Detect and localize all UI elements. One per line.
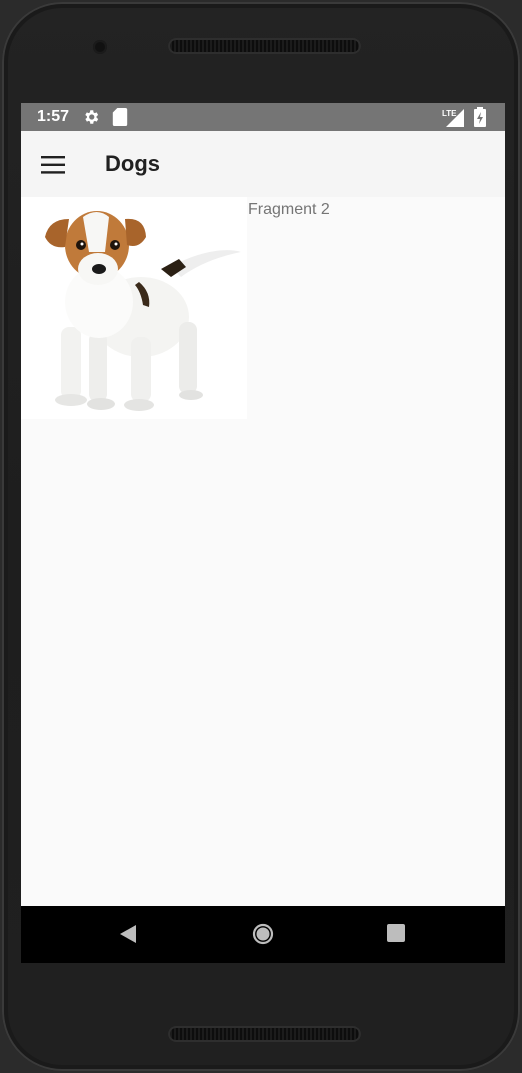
fragment-container: Fragment 2	[21, 197, 505, 906]
status-bar: 1:57 LTE	[21, 103, 505, 131]
settings-icon	[82, 108, 100, 131]
hamburger-menu-icon[interactable]	[31, 143, 75, 187]
home-icon[interactable]	[251, 922, 275, 951]
battery-charging-icon	[474, 107, 486, 132]
navigation-bar	[21, 906, 505, 963]
page-title: Dogs	[105, 151, 160, 176]
sd-card-icon	[112, 108, 128, 131]
back-icon[interactable]	[118, 923, 138, 950]
screen: 1:57 LTE Dogs Fragment 2	[21, 103, 505, 963]
front-camera	[93, 40, 107, 54]
lte-signal-icon: LTE	[442, 107, 464, 132]
status-time: 1:57	[37, 108, 70, 125]
app-bar: Dogs	[21, 131, 505, 197]
top-speaker	[168, 38, 361, 54]
dog-image	[21, 197, 247, 419]
bottom-speaker	[168, 1026, 361, 1042]
recents-icon[interactable]	[387, 923, 405, 948]
fragment-label: Fragment 2	[248, 201, 330, 218]
svg-text:LTE: LTE	[442, 109, 457, 118]
